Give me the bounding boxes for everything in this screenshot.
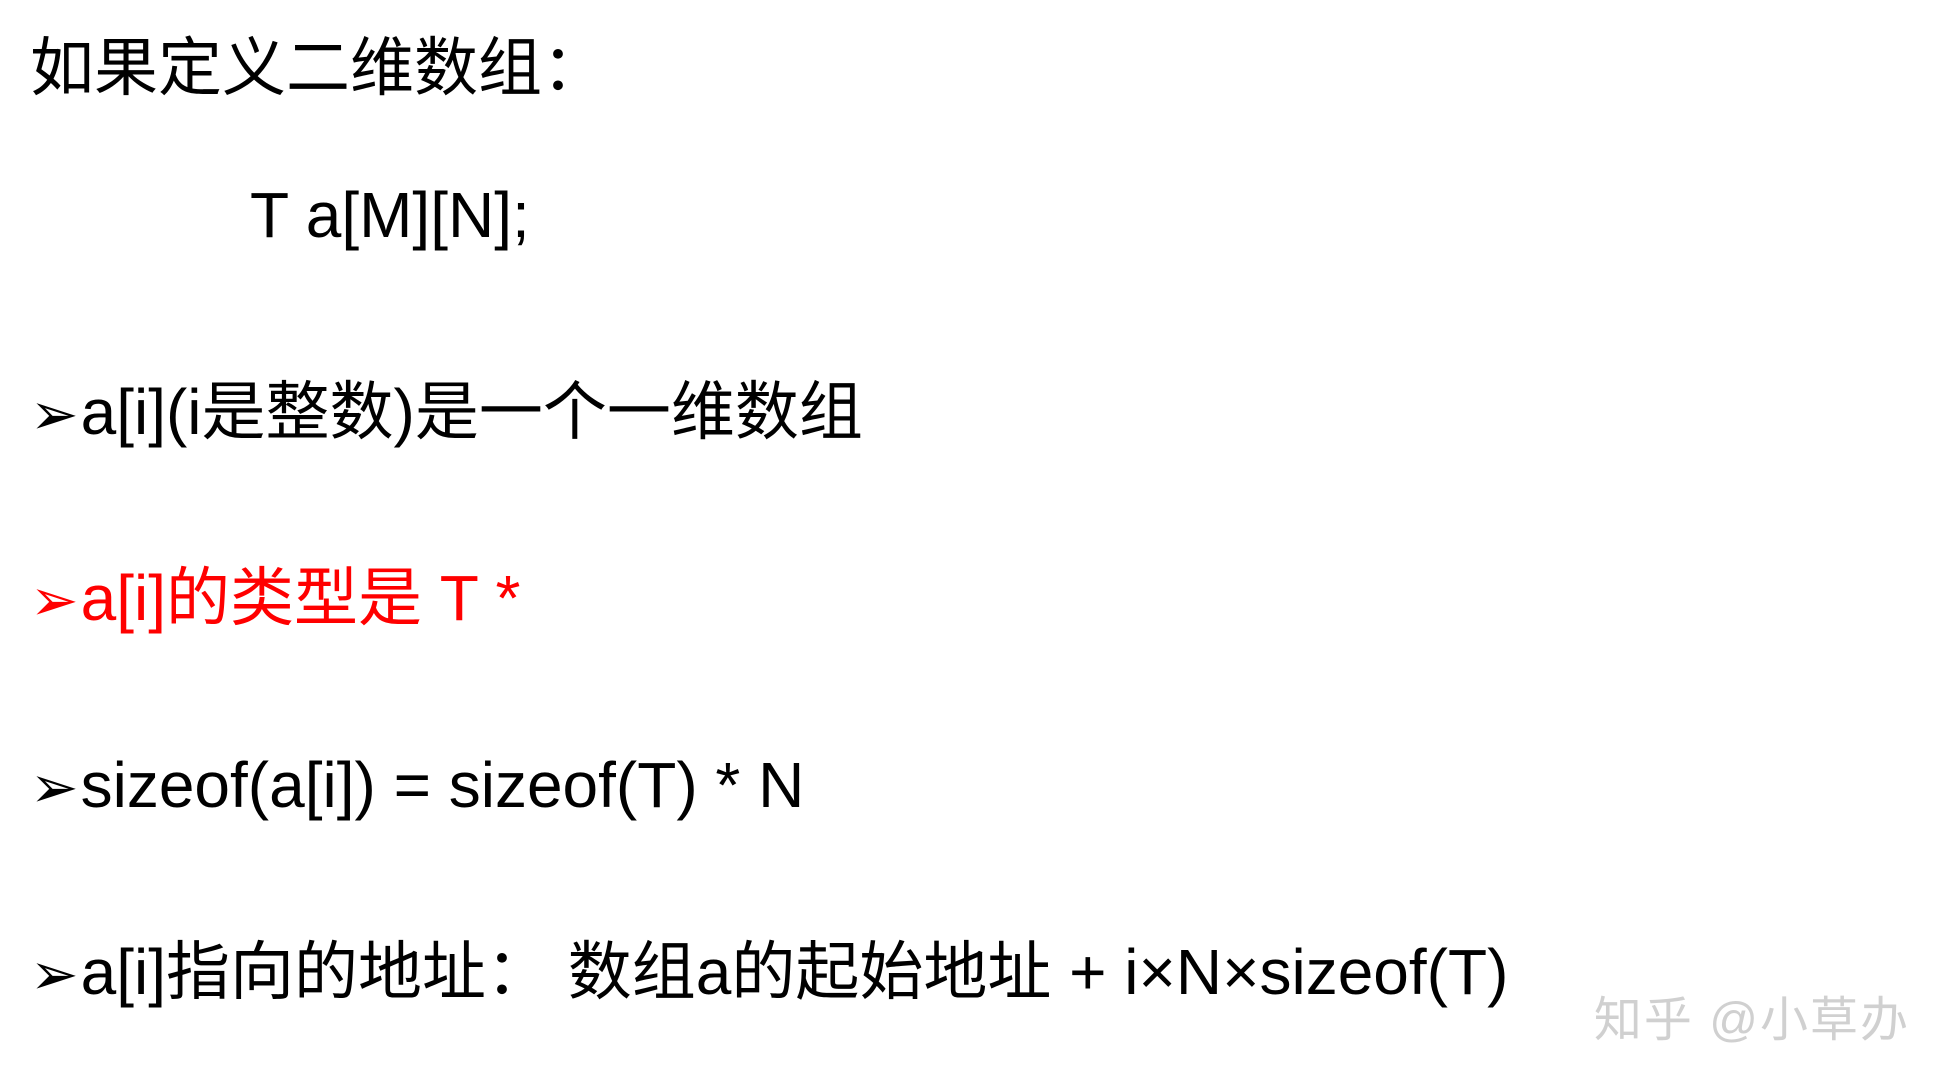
arrow-icon: ➢ xyxy=(30,753,79,823)
bullet-text: a[i]的类型是 T * xyxy=(81,562,521,634)
heading-text: 如果定义二维数组： xyxy=(30,32,606,104)
bullet-text: a[i]指向的地址： 数组a的起始地址 + i×N×sizeof(T) xyxy=(81,936,1509,1008)
code-text: T a[M][N]; xyxy=(250,179,530,251)
arrow-icon: ➢ xyxy=(30,940,79,1010)
bullet-text: a[i](i是整数)是一个一维数组 xyxy=(81,376,863,448)
arrow-icon: ➢ xyxy=(30,380,79,450)
slide-content: 如果定义二维数组： T a[M][N]; ➢a[i](i是整数)是一个一维数组 … xyxy=(0,0,1940,1031)
heading-line: 如果定义二维数组： xyxy=(30,30,1910,107)
code-line: T a[M][N]; xyxy=(30,177,1910,254)
bullet-1: ➢a[i](i是整数)是一个一维数组 xyxy=(30,374,1910,451)
bullet-3: ➢sizeof(a[i]) = sizeof(T) * N xyxy=(30,747,1910,824)
arrow-icon: ➢ xyxy=(30,566,79,636)
bullet-text: sizeof(a[i]) = sizeof(T) * N xyxy=(81,749,805,821)
bullet-2: ➢a[i]的类型是 T * xyxy=(30,560,1910,637)
bullet-4: ➢a[i]指向的地址： 数组a的起始地址 + i×N×sizeof(T) xyxy=(30,934,1910,1011)
